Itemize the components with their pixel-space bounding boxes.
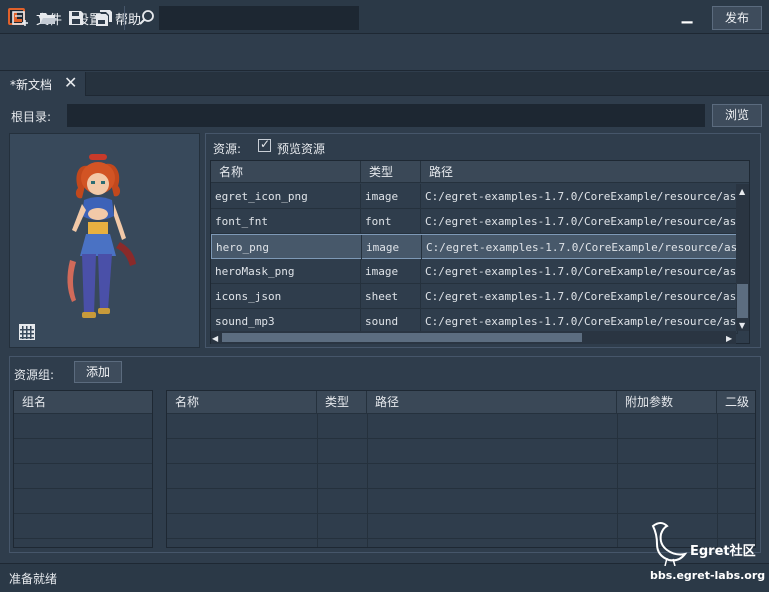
root-dir-input[interactable] <box>67 104 705 127</box>
table-row[interactable]: font_fnt font C:/egret-examples-1.7.0/Core… <box>211 209 738 234</box>
watermark-url: bbs.egret-labs.org <box>650 569 766 582</box>
table-row[interactable] <box>167 439 755 464</box>
save-icon[interactable] <box>66 8 86 28</box>
root-dir-label: 根目录: <box>11 110 52 124</box>
resource-groups-label: 资源组: <box>14 368 55 382</box>
add-group-button[interactable]: 添加 <box>74 361 122 383</box>
column-header-secondary[interactable]: 二级 <box>717 391 755 414</box>
table-row[interactable]: egret_icon_png image C:/egret-examples-1.7… <box>211 184 738 209</box>
column-header-type[interactable]: 类型 <box>361 161 421 183</box>
scroll-up-icon[interactable]: ▲ <box>739 187 745 196</box>
cell-path: C:/egret-examples-1.7.0/CoreExample/reso… <box>421 259 738 284</box>
hero-preview-image <box>67 154 136 318</box>
column-header-path[interactable]: 路径 <box>367 391 617 414</box>
table-row[interactable] <box>167 414 755 439</box>
column-header-name[interactable]: 名称 <box>211 161 361 183</box>
preview-resources-label: 预览资源 <box>277 142 326 156</box>
cell-type: sheet <box>361 284 421 309</box>
table-row[interactable] <box>167 464 755 489</box>
search-input[interactable] <box>159 6 359 30</box>
resources-label: 资源: <box>213 142 242 156</box>
open-folder-icon[interactable] <box>38 8 58 28</box>
toolbar-separator <box>124 6 125 30</box>
watermark-brand: Egret社区 <box>690 544 756 559</box>
cell-type: image <box>361 184 421 209</box>
table-row[interactable]: icons_json sheet C:/egret-examples-1.7.0/C… <box>211 284 738 309</box>
cell-name: font_fnt <box>211 209 361 234</box>
tab-bar: *新文档 ✕ <box>0 72 769 96</box>
horizontal-scroll-thumb[interactable] <box>222 333 582 342</box>
cell-name: hero_png <box>212 235 362 260</box>
resources-table: 名称 类型 路径 egret_icon_png image C:/egret-exa… <box>210 160 750 344</box>
cell-name: icons_json <box>211 284 361 309</box>
scroll-left-icon[interactable]: ◀ <box>212 334 218 343</box>
cell-name: heroMask_png <box>211 259 361 284</box>
cell-type: image <box>362 235 422 260</box>
toolbar <box>0 35 769 71</box>
tab-close-icon[interactable]: ✕ <box>64 73 77 92</box>
egret-logo-icon <box>651 522 688 566</box>
grid-icon[interactable] <box>19 324 35 340</box>
resource-preview <box>9 133 200 348</box>
search-icon <box>139 10 154 25</box>
column-header-type[interactable]: 类型 <box>317 391 367 414</box>
column-header-extra-params[interactable]: 附加参数 <box>617 391 717 414</box>
cell-path: C:/egret-examples-1.7.0/CoreExample/reso… <box>422 235 739 260</box>
minimize-button[interactable]: ▁ <box>674 4 700 28</box>
cell-type: font <box>361 209 421 234</box>
list-item[interactable] <box>14 514 152 539</box>
tab-new-document[interactable]: *新文档 ✕ <box>0 72 86 96</box>
list-item[interactable] <box>14 464 152 489</box>
column-header-path[interactable]: 路径 <box>421 161 749 183</box>
browse-button[interactable]: 浏览 <box>712 104 762 127</box>
cell-path: C:/egret-examples-1.7.0/CoreExample/reso… <box>421 184 738 209</box>
cell-path: C:/egret-examples-1.7.0/CoreExample/reso… <box>421 284 738 309</box>
list-item[interactable] <box>14 489 152 514</box>
checkbox-icon: ✓ <box>260 137 271 151</box>
publish-button[interactable]: 发布 <box>712 6 762 30</box>
column-header-name[interactable]: 名称 <box>167 391 317 414</box>
column-header-group-name[interactable]: 组名 <box>14 391 152 414</box>
save-all-icon[interactable] <box>94 8 114 28</box>
tab-label: *新文档 <box>10 78 53 92</box>
group-list: 组名 <box>13 390 153 548</box>
new-file-icon[interactable] <box>10 8 30 28</box>
list-item[interactable] <box>14 439 152 464</box>
cell-type: image <box>361 259 421 284</box>
cell-name: egret_icon_png <box>211 184 361 209</box>
scroll-down-icon[interactable]: ▼ <box>739 321 745 330</box>
vertical-scroll-thumb[interactable] <box>737 284 748 318</box>
table-row[interactable]: heroMask_png image C:/egret-examples-1.7.0… <box>211 259 738 284</box>
cell-path: C:/egret-examples-1.7.0/CoreExample/reso… <box>421 209 738 234</box>
scroll-right-icon[interactable]: ▶ <box>726 334 732 343</box>
table-row[interactable] <box>167 489 755 514</box>
table-row[interactable]: hero_png image C:/egret-examples-1.7.0/Cor… <box>211 234 739 260</box>
status-text: 准备就绪 <box>9 572 58 586</box>
list-item[interactable] <box>14 414 152 439</box>
